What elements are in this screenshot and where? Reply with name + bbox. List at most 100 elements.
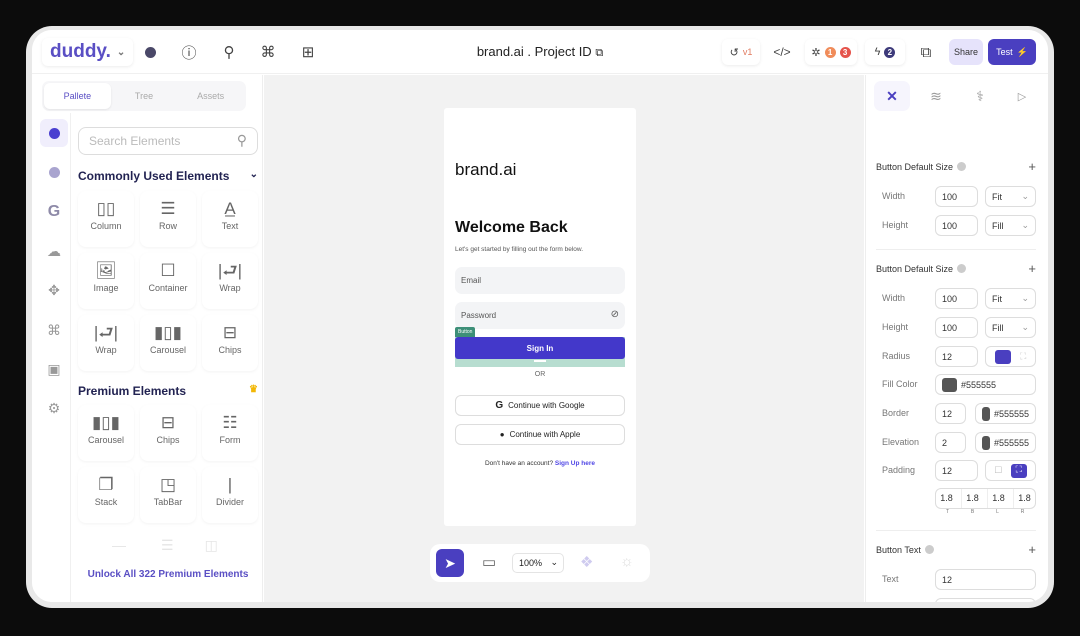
settings-icon[interactable]: ⚙ (40, 394, 68, 422)
sign-in-button[interactable]: Sign In (455, 337, 625, 359)
elevation-color-input[interactable]: #555555 (975, 432, 1036, 453)
google-button[interactable]: G Continue with Google (455, 395, 625, 416)
styles-select[interactable]: PSelect... (935, 598, 1036, 602)
external-link-icon[interactable]: ⧉ (916, 42, 936, 62)
search-input[interactable]: Search Elements ⚲ (78, 127, 258, 155)
elements-icon[interactable] (40, 119, 68, 147)
radius-individual-icon[interactable]: ⛶ (1020, 351, 1026, 362)
graph-icon[interactable]: ⌘ (40, 316, 68, 344)
element-chips[interactable]: ⊟ Chips (140, 405, 196, 461)
canvas[interactable]: brand.ai Welcome Back Let's get started … (264, 75, 864, 602)
radius-uniform-icon[interactable] (994, 349, 1011, 364)
signup-prompt: Don't have an account? Sign Up here (444, 460, 636, 467)
padding-side-input[interactable]: 1.8 (1013, 489, 1035, 508)
tab-tree[interactable]: Tree (111, 83, 178, 109)
media-icon[interactable]: ▣ (40, 355, 68, 383)
select-tool-icon[interactable]: ➤ (436, 549, 464, 577)
move-icon[interactable]: ✥ (40, 276, 68, 304)
tab-assets[interactable]: Assets (177, 83, 244, 109)
add-icon[interactable]: + (1028, 261, 1036, 276)
google-icon: G (495, 400, 504, 411)
element-text[interactable]: A̲ Text (202, 191, 258, 247)
fill-color-input[interactable]: #555555 (935, 374, 1036, 395)
tab-preview-icon[interactable]: ▷ (1004, 81, 1040, 111)
theme-sun-icon[interactable]: ☼ (620, 553, 634, 570)
element-column[interactable]: ▯▯ Column (78, 191, 134, 247)
eye-off-icon[interactable]: ⊘ (611, 309, 619, 320)
email-field[interactable]: Email (455, 267, 625, 294)
padding-individual-icon[interactable]: ⛶ (1010, 463, 1027, 478)
elevation-input[interactable]: 2 (935, 432, 966, 453)
password-field[interactable]: Password ⊘ (455, 302, 625, 329)
version-history-button[interactable]: ↺ v1 (722, 39, 760, 65)
element-wrap[interactable]: |⮐| Wrap (202, 253, 258, 309)
element-carousel[interactable]: ▮▯▮ Carousel (78, 405, 134, 461)
color-swatch[interactable] (982, 435, 990, 450)
color-swatch[interactable] (982, 406, 990, 421)
padding-uniform-icon[interactable]: ☐ (994, 465, 1002, 476)
color-swatch[interactable] (942, 377, 957, 392)
google-icon[interactable]: G (40, 198, 68, 226)
debug-button[interactable]: ✲ 1 3 (805, 39, 857, 65)
apple-button[interactable]: ● Continue with Apple (455, 424, 625, 445)
element-image[interactable]: 🖼 Image (78, 253, 134, 309)
height-input-value: 100 (942, 220, 958, 231)
height-input[interactable]: 100 (935, 215, 978, 236)
cloud-icon[interactable]: ☁ (40, 237, 68, 265)
element-label: Text (221, 221, 239, 231)
width-mode-select[interactable]: Fit ⌄ (985, 186, 1036, 207)
width-mode-select[interactable]: Fit ⌄ (985, 288, 1036, 309)
element-divider[interactable]: | Divider (202, 467, 258, 523)
tab-pallete[interactable]: Pallete (44, 83, 111, 109)
copy-icon[interactable]: ⧉ (595, 47, 603, 59)
height-mode-select[interactable]: Fill ⌄ (985, 215, 1036, 236)
element-form[interactable]: ☷ Form (202, 405, 258, 461)
height-input[interactable]: 100 (935, 317, 978, 338)
padding-side-input[interactable]: 1.8 (961, 489, 983, 508)
code-icon[interactable]: </> (772, 42, 792, 62)
info-icon[interactable] (957, 162, 967, 171)
width-input[interactable]: 100 (935, 288, 978, 309)
padding-input[interactable]: 12 (935, 460, 978, 481)
element-label: Form (219, 435, 241, 445)
tab-logic-icon[interactable]: ⚕ (962, 81, 998, 111)
padding-side-input[interactable]: 1.8 (987, 489, 1009, 508)
comment-tool-icon[interactable]: ▭ (482, 553, 496, 571)
history-icon: ↺ (729, 46, 739, 59)
element-carousel[interactable]: ▮▯▮ Carousel (140, 315, 196, 371)
add-icon[interactable]: + (1028, 542, 1036, 557)
common-section-title[interactable]: Commonly Used Elements ⌄ (78, 169, 258, 183)
padding-side-input[interactable]: 1.8 (936, 489, 957, 508)
chips-icon: ⊟ (160, 413, 176, 432)
tab-properties-icon[interactable]: ✕ (874, 81, 910, 111)
unlock-premium-link[interactable]: Unlock All 322 Premium Elements (78, 569, 258, 580)
radius-input[interactable]: 12 (935, 346, 978, 367)
tab-data-icon[interactable]: ≋ (918, 81, 954, 111)
container-icon: ☐ (160, 261, 176, 280)
padding-mode-toggle[interactable]: ☐ ⛶ (985, 460, 1036, 481)
border-color-input[interactable]: #555555 (975, 403, 1036, 424)
text-section-header: Button Text (876, 545, 934, 555)
height-mode-select[interactable]: Fill ⌄ (985, 317, 1036, 338)
element-row[interactable]: ☰ Row (140, 191, 196, 247)
share-button[interactable]: Share (949, 39, 983, 65)
element-chips[interactable]: ⊟ Chips (202, 315, 258, 371)
test-button[interactable]: Test ⚡ (988, 39, 1036, 65)
zoom-select[interactable]: 100% ⌄ (512, 553, 564, 573)
element-tabbar[interactable]: ◳ TabBar (140, 467, 196, 523)
text-input[interactable]: 12 (935, 569, 1036, 590)
width-input[interactable]: 100 (935, 186, 978, 207)
element-container[interactable]: ☐ Container (140, 253, 196, 309)
border-input[interactable]: 12 (935, 403, 966, 424)
radius-mode-toggle[interactable]: ⛶ (985, 346, 1036, 367)
resize-handle[interactable] (534, 360, 546, 362)
info-icon[interactable] (924, 545, 934, 554)
element-stack[interactable]: ❐ Stack (78, 467, 134, 523)
element-wrap[interactable]: |⮐| Wrap (78, 315, 134, 371)
sign-up-link[interactable]: Sign Up here (555, 460, 595, 467)
actions-button[interactable]: ϟ2 (865, 39, 905, 65)
add-icon[interactable]: + (1028, 159, 1036, 174)
components-icon[interactable] (40, 158, 68, 186)
component-icon[interactable]: ❖ (580, 553, 593, 571)
info-icon[interactable] (957, 264, 967, 273)
